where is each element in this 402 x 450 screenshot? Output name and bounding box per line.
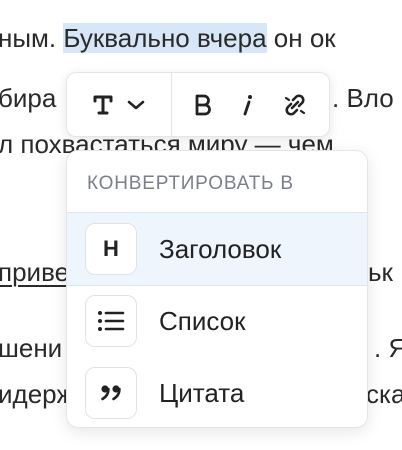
- menu-item-heading[interactable]: H Заголовок: [67, 212, 367, 286]
- text-line-6-right: ска: [366, 376, 402, 412]
- chevron-down-icon[interactable]: [127, 73, 145, 136]
- text-line-5-right: . Я: [374, 330, 402, 366]
- text-segment: шени: [0, 333, 63, 363]
- quote-icon: [85, 367, 137, 419]
- format-buttons: [172, 73, 329, 136]
- menu-item-quote[interactable]: Цитата: [67, 357, 367, 427]
- text-line-2-right: . Вло: [332, 80, 394, 116]
- text-line-2: бира: [0, 80, 56, 116]
- text-type-icon[interactable]: [93, 73, 113, 136]
- convert-menu-title: КОНВЕРТИРОВАТЬ В: [87, 173, 294, 194]
- text-line-6: идерж: [0, 376, 74, 412]
- text-line-4-right: ьк: [368, 254, 393, 290]
- italic-icon[interactable]: [240, 73, 254, 136]
- menu-item-label: Цитата: [159, 377, 245, 408]
- menu-item-list[interactable]: Список: [67, 285, 367, 357]
- text-line-4: приве: [0, 254, 69, 290]
- heading-icon: H: [85, 223, 137, 275]
- menu-item-label: Заголовок: [159, 233, 282, 264]
- text-segment: . Вло: [332, 83, 394, 113]
- list-icon: [85, 295, 137, 347]
- text-segment: . Я: [374, 333, 402, 363]
- inline-link[interactable]: приве: [0, 257, 69, 287]
- text-segment: он ок: [266, 23, 336, 53]
- text-line-5: шени: [0, 330, 62, 366]
- menu-item-label: Список: [159, 305, 246, 336]
- block-type-selector[interactable]: [67, 73, 171, 136]
- bold-icon[interactable]: [194, 73, 212, 136]
- heading-icon-glyph: H: [103, 236, 119, 261]
- text-segment: бира: [0, 83, 57, 113]
- convert-menu: КОНВЕРТИРОВАТЬ В H Заголовок Список Цита…: [66, 150, 368, 428]
- text-segment: ьк: [368, 257, 393, 287]
- inline-toolbar: [66, 72, 330, 137]
- link-icon[interactable]: [283, 73, 307, 136]
- selected-text[interactable]: Буквально вчера: [63, 23, 267, 53]
- text-segment: идерж: [0, 379, 75, 409]
- text-line-1: ным. Буквально вчера он ок: [0, 20, 336, 56]
- text-segment: ным.: [0, 23, 64, 53]
- text-segment: ска: [366, 379, 402, 409]
